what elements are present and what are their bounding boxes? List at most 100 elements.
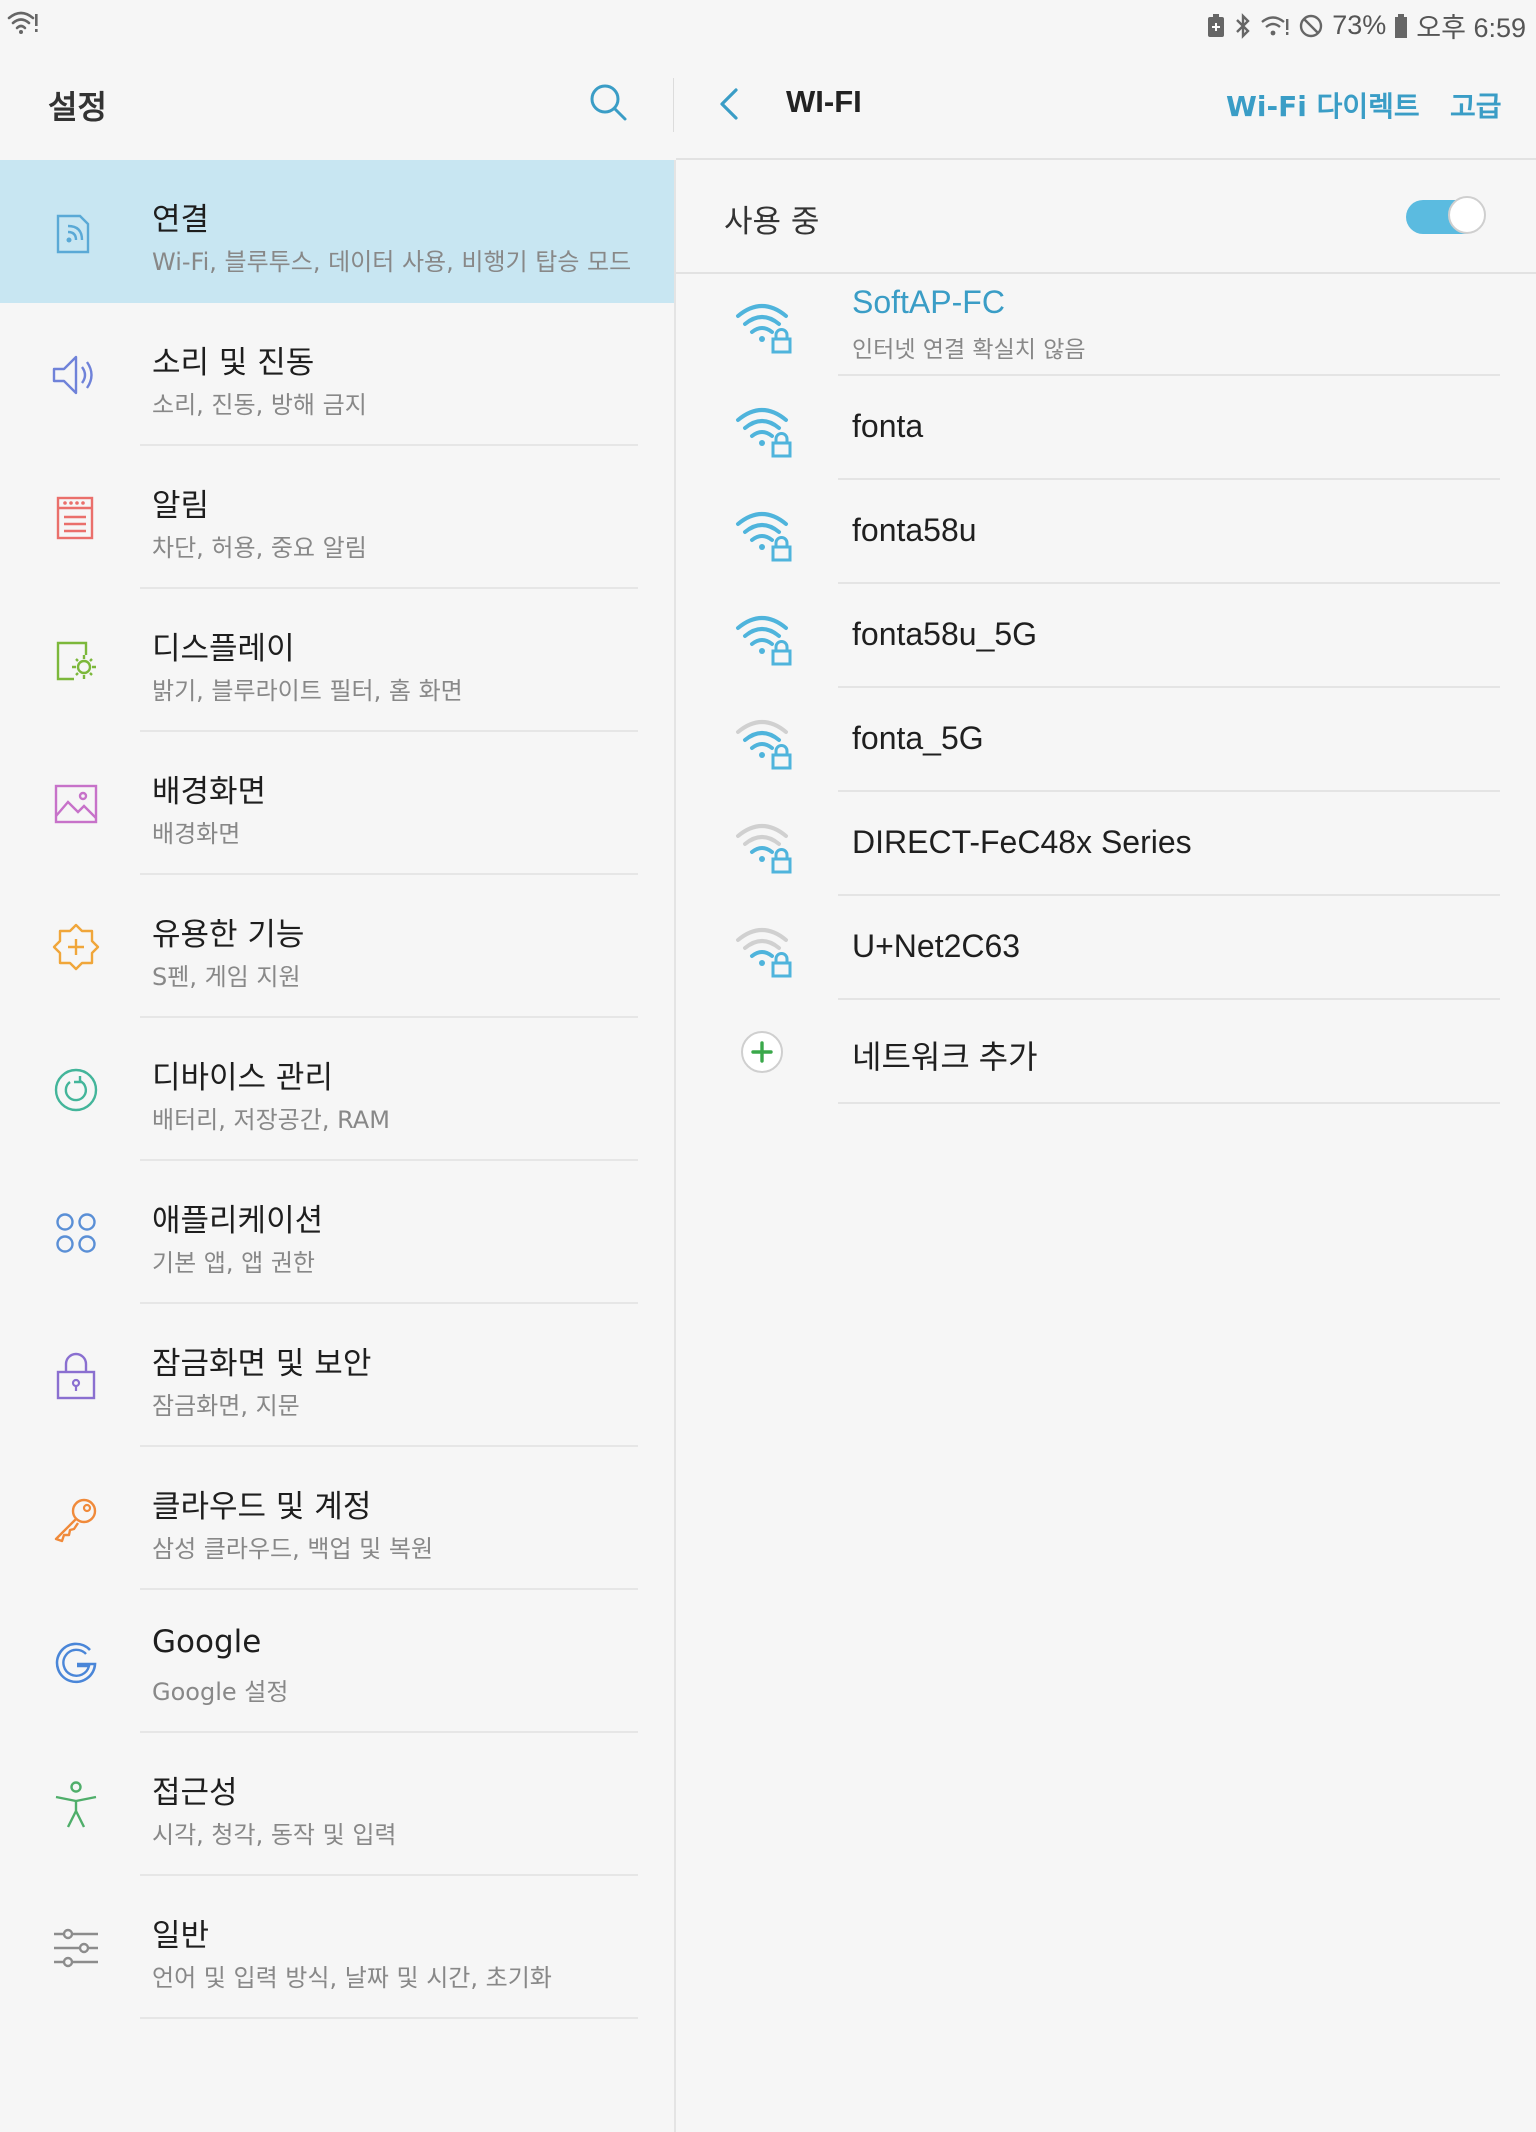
network-item[interactable]: DIRECT-FeC48x Series: [676, 792, 1536, 896]
clock: 오후 6:59: [1416, 13, 1526, 43]
menu-item-subtitle: 배경화면: [152, 820, 241, 848]
menu-item-subtitle: 밝기, 블루라이트 필터, 홈 화면: [152, 677, 463, 705]
settings-header: 설정: [0, 48, 674, 160]
menu-item-google[interactable]: Google Google 설정: [0, 1590, 674, 1733]
wifi-toggle[interactable]: [1406, 194, 1486, 238]
add-network-item[interactable]: 네트워크 추가: [676, 1000, 1536, 1104]
notification-icon: [56, 496, 94, 540]
no-signal-icon: [1298, 13, 1324, 39]
network-item[interactable]: U+Net2C63: [676, 896, 1536, 1000]
accessibility-icon: [55, 1781, 97, 1828]
wifi-lock-icon: [736, 408, 792, 458]
menu-item-title: Google: [152, 1624, 262, 1660]
menu-item-notifications[interactable]: 알림 차단, 허용, 중요 알림: [0, 446, 674, 589]
page-title: WI-FI: [786, 84, 862, 119]
network-name: DIRECT-FeC48x Series: [852, 824, 1192, 860]
menu-item-title: 연결: [152, 202, 210, 238]
back-button[interactable]: [712, 84, 748, 124]
menu-item-title: 배경화면: [152, 774, 267, 810]
menu-item-wallpaper[interactable]: 배경화면 배경화면: [0, 732, 674, 875]
menu-item-cloud-accounts[interactable]: 클라우드 및 계정 삼성 클라우드, 백업 및 복원: [0, 1447, 674, 1590]
wifi-pane: WI-FI Wi-Fi 다이렉트 고급 사용 중 SoftAP-FC 인터넷 연…: [676, 48, 1536, 2048]
menu-item-subtitle: 삼성 클라우드, 백업 및 복원: [152, 1535, 434, 1563]
network-name: fonta: [852, 408, 924, 444]
settings-menu: 연결 Wi-Fi, 블루투스, 데이터 사용, 비행기 탑승 모드 소리 및 진…: [0, 160, 674, 2019]
apps-icon: [56, 1213, 96, 1253]
advanced-features-icon: [52, 923, 100, 971]
display-icon: [56, 641, 96, 681]
wifi-signal-icon: [1260, 13, 1290, 39]
header-divider: [673, 78, 674, 132]
wifi-toggle-row[interactable]: 사용 중: [676, 160, 1536, 272]
advanced-button[interactable]: 고급: [1450, 85, 1502, 125]
settings-pane: 설정 연결 Wi-Fi, 블루투스, 데이터 사용, 비행기 탑승 모드 소리 …: [0, 48, 674, 2048]
menu-item-title: 디바이스 관리: [152, 1060, 333, 1096]
menu-item-title: 잠금화면 및 보안: [152, 1346, 372, 1382]
status-bar: 73% 오후 6:59: [0, 0, 1536, 48]
menu-item-title: 알림: [152, 488, 210, 524]
network-item[interactable]: fonta_5G: [676, 688, 1536, 792]
menu-item-subtitle: 언어 및 입력 방식, 날짜 및 시간, 초기화: [152, 1964, 552, 1992]
network-item[interactable]: fonta58u: [676, 480, 1536, 584]
menu-item-subtitle: 시각, 청각, 동작 및 입력: [152, 1821, 397, 1849]
menu-item-subtitle: 잠금화면, 지문: [152, 1392, 300, 1420]
menu-item-apps[interactable]: 애플리케이션 기본 앱, 앱 권한: [0, 1161, 674, 1304]
network-item[interactable]: fonta58u_5G: [676, 584, 1536, 688]
wifi-toggle-label: 사용 중: [724, 204, 820, 240]
menu-item-subtitle: S펜, 게임 지원: [152, 963, 301, 991]
menu-item-general[interactable]: 일반 언어 및 입력 방식, 날짜 및 시간, 초기화: [0, 1876, 674, 2019]
connections-icon: [56, 214, 90, 254]
menu-item-title: 접근성: [152, 1775, 238, 1811]
lock-icon: [56, 1352, 96, 1400]
wifi-header: WI-FI Wi-Fi 다이렉트 고급: [676, 48, 1536, 160]
network-name: fonta58u_5G: [852, 616, 1038, 652]
wifi-status-icon: [6, 8, 40, 40]
network-name: fonta_5G: [852, 720, 984, 756]
search-icon: [590, 84, 627, 121]
menu-item-title: 클라우드 및 계정: [152, 1489, 372, 1525]
wifi-direct-button[interactable]: Wi-Fi 다이렉트: [1226, 85, 1420, 125]
network-name: SoftAP-FC: [852, 284, 1005, 320]
speaker-icon: [52, 355, 93, 395]
network-list: SoftAP-FC 인터넷 연결 확실치 않음 fonta fonta58u f…: [676, 272, 1536, 1104]
device-care-icon: [54, 1068, 98, 1112]
key-icon: [54, 1498, 97, 1543]
menu-item-advanced-features[interactable]: 유용한 기능 S펜, 게임 지원: [0, 875, 674, 1018]
sliders-icon: [54, 1928, 98, 1968]
menu-item-subtitle: Google 설정: [152, 1678, 289, 1706]
menu-item-title: 애플리케이션: [152, 1203, 324, 1239]
battery-saver-icon: [1206, 13, 1226, 39]
wifi-lock-icon: [736, 720, 792, 770]
search-button[interactable]: [584, 78, 634, 128]
wifi-lock-icon: [736, 616, 792, 666]
bluetooth-icon: [1234, 12, 1252, 40]
google-icon: [55, 1642, 97, 1684]
page-title: 설정: [48, 88, 107, 126]
menu-item-subtitle: 차단, 허용, 중요 알림: [152, 534, 367, 562]
wifi-lock-icon: [736, 824, 792, 874]
menu-item-subtitle: 배터리, 저장공간, RAM: [152, 1106, 390, 1134]
network-item[interactable]: SoftAP-FC 인터넷 연결 확실치 않음: [676, 272, 1536, 376]
menu-item-connections[interactable]: 연결 Wi-Fi, 블루투스, 데이터 사용, 비행기 탑승 모드: [0, 160, 674, 303]
menu-item-device-care[interactable]: 디바이스 관리 배터리, 저장공간, RAM: [0, 1018, 674, 1161]
network-status: 인터넷 연결 확실치 않음: [852, 337, 1086, 363]
menu-item-title: 디스플레이: [152, 631, 295, 667]
network-item[interactable]: fonta: [676, 376, 1536, 480]
wallpaper-icon: [54, 784, 98, 824]
menu-item-accessibility[interactable]: 접근성 시각, 청각, 동작 및 입력: [0, 1733, 674, 1876]
network-name: fonta58u: [852, 512, 977, 548]
menu-item-subtitle: 소리, 진동, 방해 금지: [152, 391, 367, 419]
menu-item-title: 일반: [152, 1918, 210, 1954]
wifi-lock-icon: [736, 928, 792, 978]
menu-item-title: 소리 및 진동: [152, 345, 315, 381]
battery-icon: [1394, 13, 1408, 39]
add-network-label: 네트워크 추가: [852, 1039, 1038, 1075]
add-icon: [741, 1031, 783, 1073]
menu-item-display[interactable]: 디스플레이 밝기, 블루라이트 필터, 홈 화면: [0, 589, 674, 732]
menu-item-subtitle: 기본 앱, 앱 권한: [152, 1249, 315, 1277]
wifi-lock-icon: [736, 512, 792, 562]
menu-item-sounds[interactable]: 소리 및 진동 소리, 진동, 방해 금지: [0, 303, 674, 446]
menu-item-subtitle: Wi-Fi, 블루투스, 데이터 사용, 비행기 탑승 모드: [152, 248, 632, 276]
menu-item-lock-screen[interactable]: 잠금화면 및 보안 잠금화면, 지문: [0, 1304, 674, 1447]
network-name: U+Net2C63: [852, 928, 1021, 964]
